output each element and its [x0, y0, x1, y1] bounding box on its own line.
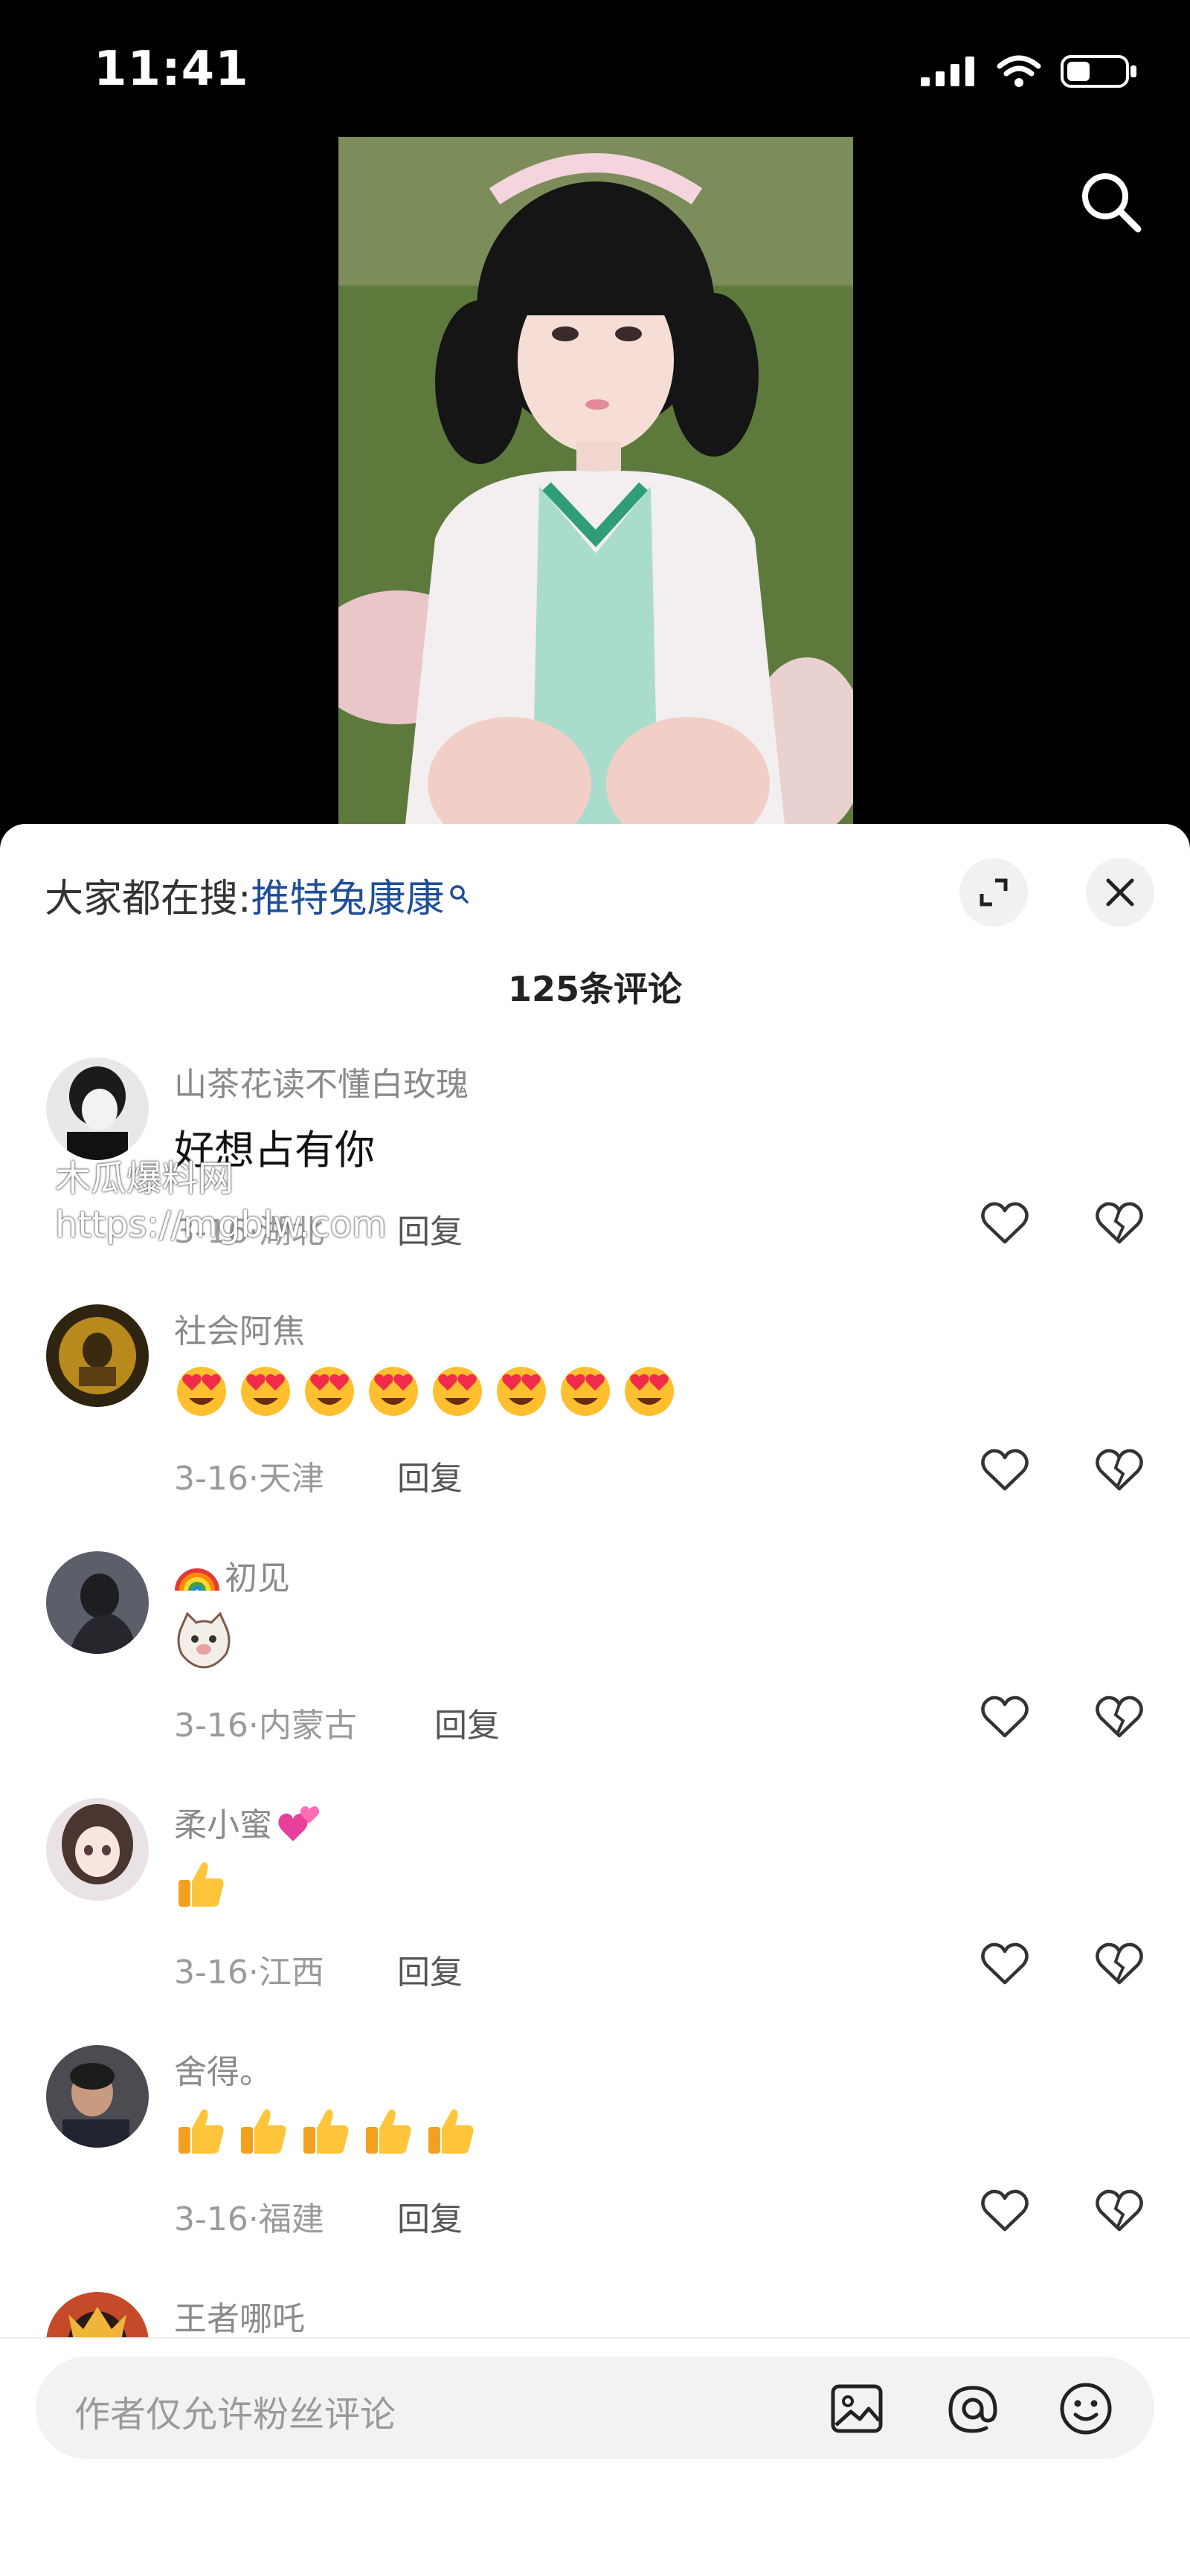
- comment-username[interactable]: 柔小蜜: [174, 1798, 321, 1846]
- thumbs-up-emoji: [428, 2109, 474, 2154]
- thumbs-up-emoji: [303, 2109, 349, 2154]
- like-icon[interactable]: [979, 1938, 1031, 1990]
- like-icon[interactable]: [979, 1197, 1031, 1249]
- comment-location: 天津: [258, 1460, 324, 1498]
- search-small-icon: [449, 884, 469, 904]
- comment-username-text: 柔小蜜: [174, 1806, 272, 1844]
- reply-button[interactable]: 回复: [397, 1205, 463, 1252]
- video-player[interactable]: [338, 137, 853, 824]
- comment-date: 3-16: [174, 1460, 248, 1498]
- thumbs-up-emoji: [366, 2109, 411, 2154]
- hot-search-prefix: 大家都在搜:: [45, 877, 251, 921]
- comment-item: 初见 3-16·内蒙古 回复: [0, 1551, 1190, 1797]
- reply-button[interactable]: 回复: [397, 1945, 463, 1993]
- mention-icon[interactable]: [943, 2379, 1003, 2438]
- comment-location: 福建: [258, 2200, 324, 2238]
- avatar[interactable]: [46, 1798, 149, 1901]
- comment-sheet: 大家都在搜: 推特兔康康 125条评论 山茶花读不懂白玫瑰 好想占有你 3-16…: [0, 824, 1190, 2575]
- comment-date: 3-16: [174, 1707, 248, 1745]
- heart-eyes-emoji: [433, 1367, 482, 1416]
- comment-date: 3-16: [174, 2200, 248, 2238]
- heart-eyes-emoji: [177, 1367, 226, 1416]
- avatar-image: [46, 1057, 149, 1160]
- comment-emoji-row: [174, 1858, 228, 1911]
- like-icon[interactable]: [979, 2185, 1031, 2237]
- close-icon: [1106, 878, 1134, 907]
- comment-date: 3-16: [174, 1954, 248, 1991]
- video-frame-image: [338, 137, 853, 824]
- signal-icon: [921, 57, 974, 86]
- dislike-icon[interactable]: [1093, 1691, 1145, 1743]
- comment-item: 社会阿焦 3-16·天津 回复: [0, 1304, 1190, 1550]
- status-time: 11:41: [94, 42, 249, 97]
- dislike-icon[interactable]: [1093, 2185, 1145, 2237]
- watermark: 木瓜爆料网 https://mgblw.com: [55, 1156, 387, 1248]
- reply-button[interactable]: 回复: [434, 1698, 500, 1746]
- comment-item: 柔小蜜 3-16·江西 回复: [0, 1798, 1190, 2044]
- hot-search-bar[interactable]: 大家都在搜: 推特兔康康: [45, 867, 472, 923]
- thumbs-up-emoji: [178, 1862, 224, 1907]
- comment-input-bar: 作者仅允许粉丝评论: [0, 2337, 1190, 2576]
- wifi-icon: [997, 55, 1041, 87]
- comment-username[interactable]: 山茶花读不懂白玫瑰: [174, 1057, 469, 1105]
- heart-eyes-emoji: [241, 1367, 290, 1416]
- comment-username[interactable]: 王者哪吒: [174, 2292, 305, 2340]
- expand-icon: [980, 878, 1008, 907]
- avatar[interactable]: [46, 2045, 149, 2148]
- comment-emoji-row: [174, 1364, 677, 1419]
- cat-face-emoji: [177, 1611, 231, 1669]
- heart-eyes-emoji: [497, 1367, 546, 1416]
- comment-meta: 3-16·天津: [174, 1460, 324, 1498]
- emoji-icon[interactable]: [1056, 2379, 1116, 2438]
- comment-meta: 3-16·内蒙古: [174, 1707, 357, 1745]
- comment-username[interactable]: 初见: [174, 1551, 290, 1599]
- heart-eyes-emoji: [625, 1367, 674, 1416]
- like-icon[interactable]: [979, 1444, 1031, 1496]
- comment-meta: 3-16·福建: [174, 2200, 324, 2238]
- comment-emoji-row: [174, 1611, 234, 1670]
- avatar-image: [46, 1304, 149, 1407]
- comment-location: 内蒙古: [258, 1707, 357, 1745]
- dislike-icon[interactable]: [1093, 1444, 1145, 1496]
- expand-button[interactable]: [959, 858, 1028, 927]
- battery-icon: [1061, 55, 1136, 88]
- avatar-image: [46, 1551, 149, 1654]
- comment-username-text: 初见: [225, 1559, 290, 1597]
- heart-eyes-emoji: [561, 1367, 610, 1416]
- watermark-line2: https://mgblw.com: [55, 1204, 387, 1246]
- heart-eyes-emoji: [305, 1367, 354, 1416]
- status-bar: 11:41: [0, 0, 1190, 141]
- comment-input[interactable]: 作者仅允许粉丝评论: [36, 2357, 1154, 2459]
- dislike-icon[interactable]: [1093, 1938, 1145, 1990]
- avatar[interactable]: [46, 1551, 149, 1654]
- reply-button[interactable]: 回复: [397, 1452, 463, 1499]
- comment-input-placeholder: 作者仅允许粉丝评论: [74, 2394, 396, 2435]
- hot-search-term[interactable]: 推特兔康康: [251, 867, 445, 923]
- comment-meta: 3-16·江西: [174, 1954, 324, 1991]
- comment-username[interactable]: 社会阿焦: [174, 1304, 305, 1352]
- image-icon[interactable]: [827, 2379, 887, 2438]
- avatar-image: [46, 2045, 149, 2148]
- avatar-image: [46, 1798, 149, 1901]
- thumbs-up-emoji: [241, 2109, 286, 2154]
- rainbow-emoji: [175, 1568, 219, 1591]
- thumbs-up-emoji: [178, 2109, 224, 2154]
- status-icons: [921, 54, 1138, 89]
- avatar[interactable]: [46, 1057, 149, 1160]
- search-icon[interactable]: [1077, 168, 1144, 235]
- comment-item: 舍得。 3-16·福建 回复: [0, 2045, 1190, 2290]
- comment-location: 江西: [258, 1954, 324, 1991]
- close-button[interactable]: [1086, 858, 1154, 927]
- like-icon[interactable]: [979, 1691, 1031, 1743]
- comment-username[interactable]: 舍得。: [174, 2045, 272, 2093]
- reply-button[interactable]: 回复: [397, 2192, 463, 2240]
- two-hearts-emoji: [278, 1806, 320, 1841]
- watermark-line1: 木瓜爆料网: [55, 1158, 234, 1200]
- avatar[interactable]: [46, 1304, 149, 1407]
- dislike-icon[interactable]: [1093, 1197, 1145, 1249]
- comment-count: 125条评论: [507, 969, 683, 1009]
- comment-emoji-row: [174, 2105, 477, 2158]
- heart-eyes-emoji: [369, 1367, 418, 1416]
